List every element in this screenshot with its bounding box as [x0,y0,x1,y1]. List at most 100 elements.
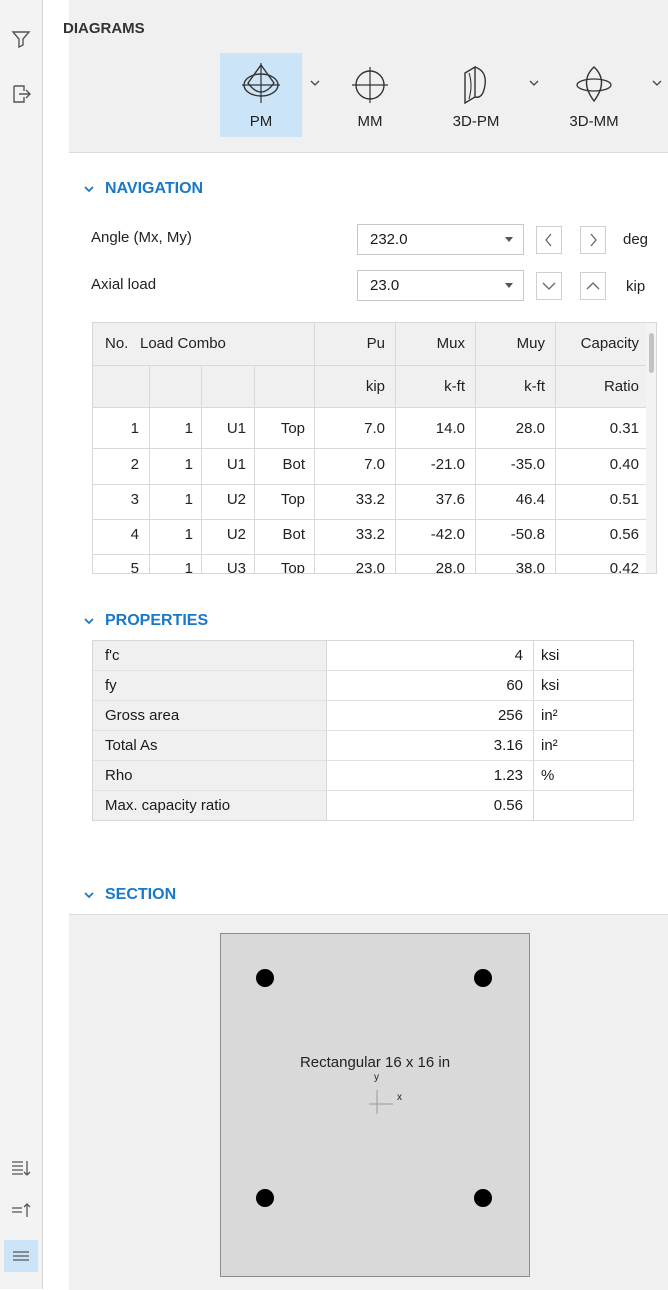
property-unit: % [541,767,555,784]
angle-combo[interactable]: 232.0 [357,224,524,255]
3d-mm-dropdown-chevron-icon[interactable] [651,78,663,88]
col-header-no: No. [105,335,129,352]
row-location: Top [280,560,305,574]
3d-pm-diagram-icon [464,65,486,105]
row-pu: 23.0 [355,560,385,574]
row-combo-id: 1 [184,491,193,508]
unit-pu: kip [365,378,385,395]
3d-pm-diagram-label: 3D-PM [452,113,500,130]
row-mux: 14.0 [435,420,465,437]
angle-prev-button[interactable] [536,226,562,254]
row-pu: 7.0 [364,456,385,473]
scrollbar-thumb[interactable] [649,333,654,373]
row-mux: -21.0 [430,456,465,473]
chevron-up-icon [586,282,600,290]
3d-pm-dropdown-chevron-icon[interactable] [528,78,540,88]
export-icon[interactable] [9,82,33,106]
section-view: y x [69,914,668,1290]
pm-diagram-icon [242,63,280,103]
table-scrollbar[interactable] [646,323,656,573]
property-name: fy [93,671,327,700]
rebar [474,1189,492,1207]
chevron-right-icon [590,233,597,247]
expand-all-icon[interactable] [9,1156,33,1180]
axis-x-label: x [397,1092,402,1103]
load-combo-table: No. Load Combo Pu Mux Muy Capacity kip k… [92,322,657,574]
row-muy: -50.8 [510,526,545,543]
properties-section-header[interactable]: PROPERTIES [83,612,208,630]
3d-mm-diagram-label: 3D-MM [569,113,619,130]
row-combo-name: U1 [226,456,246,473]
section-title: SECTION [105,886,177,903]
axis-y-label: y [374,1072,379,1083]
property-row: Rho 1.23 % [93,761,633,791]
col-header-load-combo: Load Combo [140,335,226,352]
diagram-panel: DIAGRAMS PM MM 3D-PM 3D-MM NAVIGATION An… [63,0,668,1290]
navigation-section-header[interactable]: NAVIGATION [83,180,203,198]
diagrams-header: DIAGRAMS PM MM 3D-PM 3D-MM [63,0,668,153]
chevron-left-icon [545,233,552,247]
row-muy: 28.0 [515,420,545,437]
list-view-icon[interactable] [4,1240,38,1272]
row-mux: -42.0 [430,526,465,543]
chevron-down-icon [84,892,94,899]
property-name: Gross area [93,701,327,730]
row-combo-name: U1 [226,420,246,437]
section-section-header[interactable]: SECTION [83,886,176,904]
row-pu: 33.2 [355,526,385,543]
3d-mm-diagram-icon [576,66,612,103]
rebar [256,1189,274,1207]
row-pu: 33.2 [355,491,385,508]
axial-unit: kip [626,278,646,295]
dropdown-arrow-icon [505,237,513,242]
row-combo-name: U2 [226,526,246,543]
mm-diagram-label: MM [357,113,383,130]
chevron-down-icon [84,618,94,625]
mm-diagram-button[interactable]: MM [329,53,411,137]
pm-diagram-button[interactable]: PM [220,53,302,137]
row-location: Top [280,420,305,437]
property-unit: ksi [541,677,560,694]
property-value: 4 [327,641,534,670]
row-ratio: 0.56 [609,526,639,543]
properties-title: PROPERTIES [105,612,209,629]
property-name: Max. capacity ratio [93,791,327,820]
3d-pm-diagram-button[interactable]: 3D-PM [435,53,517,137]
row-location: Top [280,491,305,508]
collapse-all-icon[interactable] [9,1198,33,1222]
unit-mux: k-ft [444,378,465,395]
row-no: 4 [130,526,139,543]
axial-combo[interactable]: 23.0 [357,270,524,301]
property-row: fy 60 ksi [93,671,633,701]
axial-up-button[interactable] [580,272,606,300]
filter-icon[interactable] [9,27,33,51]
properties-grid: f'c 4 ksi fy 60 ksi Gross area 256 in² T… [92,640,634,821]
col-header-muy: Muy [516,335,545,352]
row-location: Bot [282,456,305,473]
axial-down-button[interactable] [536,272,562,300]
property-name: Total As [93,731,327,760]
row-mux: 28.0 [435,560,465,574]
row-combo-id: 1 [184,526,193,543]
rebar [256,969,274,987]
row-combo-name: U2 [226,491,246,508]
row-pu: 7.0 [364,420,385,437]
property-value: 60 [327,671,534,700]
property-value: 256 [327,701,534,730]
3d-mm-diagram-button[interactable]: 3D-MM [553,53,635,137]
pm-dropdown-chevron-icon[interactable] [309,78,321,88]
row-muy: 38.0 [515,560,545,574]
property-name: f'c [93,641,327,670]
axial-value: 23.0 [370,277,400,294]
row-no: 5 [130,560,139,574]
row-combo-name: U3 [226,560,246,574]
section-shape: y x [220,933,530,1277]
property-unit: ksi [541,647,560,664]
angle-next-button[interactable] [580,226,606,254]
row-combo-id: 1 [184,456,193,473]
property-name: Rho [93,761,327,790]
dropdown-arrow-icon [505,283,513,288]
row-muy: -35.0 [510,456,545,473]
property-row: Total As 3.16 in² [93,731,633,761]
left-toolbar [0,0,43,1289]
